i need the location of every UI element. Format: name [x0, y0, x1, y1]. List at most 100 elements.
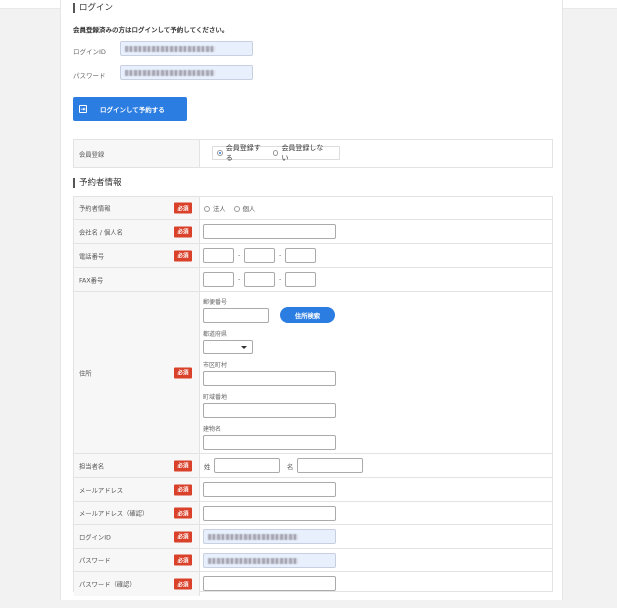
- login-button-label: ログインして予約する: [100, 106, 165, 114]
- fax-input-2[interactable]: [244, 272, 275, 287]
- membership-table: 会員登録 会員登録する 会員登録しない: [73, 139, 553, 168]
- postal-label: 郵便番号: [203, 299, 228, 306]
- password-confirm-label: パスワード（確認）: [79, 581, 136, 589]
- membership-label: 会員登録: [79, 151, 105, 158]
- membership-radio-group: 会員登録する 会員登録しない: [212, 143, 340, 163]
- membership-row: 会員登録 会員登録する 会員登録しない: [74, 140, 552, 167]
- password-label-cell: パスワード 必須: [74, 549, 200, 571]
- first-name-input[interactable]: [297, 458, 363, 473]
- password-confirm-input[interactable]: [203, 576, 336, 591]
- company-label: 会社名 / 個人名: [79, 229, 123, 236]
- fax-separator: -: [238, 275, 241, 283]
- membership-option-no-register-label: 会員登録しない: [281, 144, 324, 162]
- fax-row: FAX番号 - -: [74, 268, 552, 292]
- email-input[interactable]: [203, 482, 336, 497]
- login-icon: ⇥: [79, 105, 87, 113]
- phone-input-3[interactable]: [285, 248, 316, 263]
- last-name-input[interactable]: [214, 458, 280, 473]
- building-input[interactable]: [203, 435, 336, 450]
- required-badge: 必須: [174, 578, 192, 590]
- membership-option-register[interactable]: 会員登録する: [217, 143, 265, 163]
- membership-label-cell: 会員登録: [74, 140, 200, 167]
- email-label-cell: メールアドレス 必須: [74, 478, 200, 501]
- login-note: 会員登録済みの方はログインして予約してください。: [73, 26, 229, 34]
- required-badge: 必須: [174, 226, 192, 237]
- password-confirm-label-cell: パスワード（確認） 必須: [74, 572, 200, 596]
- login-id-label-cell: ログインID 必須: [74, 525, 200, 548]
- postal-input[interactable]: [203, 308, 269, 323]
- booker-type-label-cell: 予約者情報 必須: [74, 197, 200, 219]
- phone-separator: -: [238, 251, 241, 259]
- street-input[interactable]: [203, 403, 336, 418]
- prefecture-select[interactable]: [203, 340, 253, 354]
- street-label: 町域番地: [203, 394, 228, 401]
- phone-label-cell: 電話番号 必須: [74, 244, 200, 267]
- company-row: 会社名 / 個人名 必須: [74, 220, 552, 244]
- fax-input-3[interactable]: [285, 272, 316, 287]
- email-confirm-row: メールアドレス（確認） 必須: [74, 502, 552, 525]
- login-section-title: ログイン: [73, 3, 113, 13]
- building-label: 建物名: [203, 426, 222, 433]
- fax-separator: -: [279, 275, 282, 283]
- membership-option-no-register[interactable]: 会員登録しない: [272, 143, 327, 163]
- booker-type-individual-label: 個人: [242, 206, 256, 213]
- radio-icon: [272, 150, 279, 156]
- email-confirm-input[interactable]: [203, 506, 336, 521]
- chevron-down-icon: [241, 346, 247, 349]
- password-row-label: パスワード: [79, 557, 111, 565]
- booker-type-corporate[interactable]: 法人: [204, 204, 226, 213]
- booker-section-title: 予約者情報: [73, 178, 122, 188]
- booker-type-row: 予約者情報 必須 法人 個人: [74, 197, 552, 220]
- phone-input-2[interactable]: [244, 248, 275, 263]
- membership-option-register-label: 会員登録する: [225, 144, 261, 162]
- email-label: メールアドレス: [79, 487, 124, 494]
- contact-label-cell: 担当者名 必須: [74, 454, 200, 477]
- address-row: 住所 必須 郵便番号 住所検索 都道府県 市区町村 町域番地 建物名: [74, 292, 552, 454]
- password-row-input[interactable]: [203, 553, 336, 568]
- phone-label: 電話番号: [79, 253, 105, 260]
- city-label: 市区町村: [203, 362, 228, 369]
- required-badge: 必須: [174, 484, 192, 495]
- login-id-label: ログインID: [73, 48, 106, 56]
- radio-icon: [204, 205, 210, 212]
- login-id-row-input[interactable]: [203, 529, 336, 544]
- login-id-input[interactable]: [120, 41, 253, 56]
- required-badge: 必須: [174, 531, 192, 542]
- login-id-row-label: ログインID: [79, 534, 111, 541]
- fax-input-1[interactable]: [203, 272, 234, 287]
- login-password-input[interactable]: [120, 65, 253, 80]
- booker-type-individual[interactable]: 個人: [233, 204, 256, 213]
- booker-type-label: 予約者情報: [79, 205, 111, 213]
- first-name-prefix: 名: [287, 464, 294, 471]
- login-password-label: パスワード: [73, 72, 106, 80]
- email-confirm-label: メールアドレス（確認）: [79, 510, 149, 518]
- fax-label: FAX番号: [79, 277, 104, 284]
- required-badge: 必須: [174, 250, 192, 261]
- phone-input-1[interactable]: [203, 248, 234, 263]
- city-input[interactable]: [203, 371, 336, 386]
- address-label-cell: 住所 必須: [74, 292, 200, 453]
- booker-type-radio-group: 法人 個人: [204, 204, 263, 213]
- required-badge: 必須: [174, 202, 192, 214]
- address-label: 住所: [79, 370, 92, 377]
- last-name-prefix: 姓: [204, 464, 211, 471]
- radio-icon: [233, 205, 240, 212]
- required-badge: 必須: [174, 554, 192, 566]
- login-id-row: ログインID 必須: [74, 525, 552, 549]
- password-confirm-row: パスワード（確認） 必須: [74, 572, 552, 596]
- required-badge: 必須: [174, 507, 192, 519]
- email-row: メールアドレス 必須: [74, 478, 552, 502]
- booker-table: 予約者情報 必須 法人 個人 会社名 / 個人名 必須 電話番号 必須 - - …: [73, 196, 553, 596]
- booker-type-corporate-label: 法人: [213, 206, 226, 213]
- fax-label-cell: FAX番号: [74, 268, 200, 291]
- contact-name-row: 担当者名 必須 姓 名: [74, 454, 552, 478]
- phone-separator: -: [279, 251, 282, 259]
- phone-row: 電話番号 必須 - -: [74, 244, 552, 268]
- required-badge: 必須: [174, 367, 192, 378]
- required-badge: 必須: [174, 460, 192, 471]
- radio-selected-icon: [217, 150, 223, 156]
- password-row: パスワード 必須: [74, 549, 552, 572]
- address-search-button[interactable]: 住所検索: [280, 307, 335, 323]
- login-button[interactable]: ⇥ ログインして予約する: [73, 97, 187, 121]
- company-input[interactable]: [203, 224, 336, 239]
